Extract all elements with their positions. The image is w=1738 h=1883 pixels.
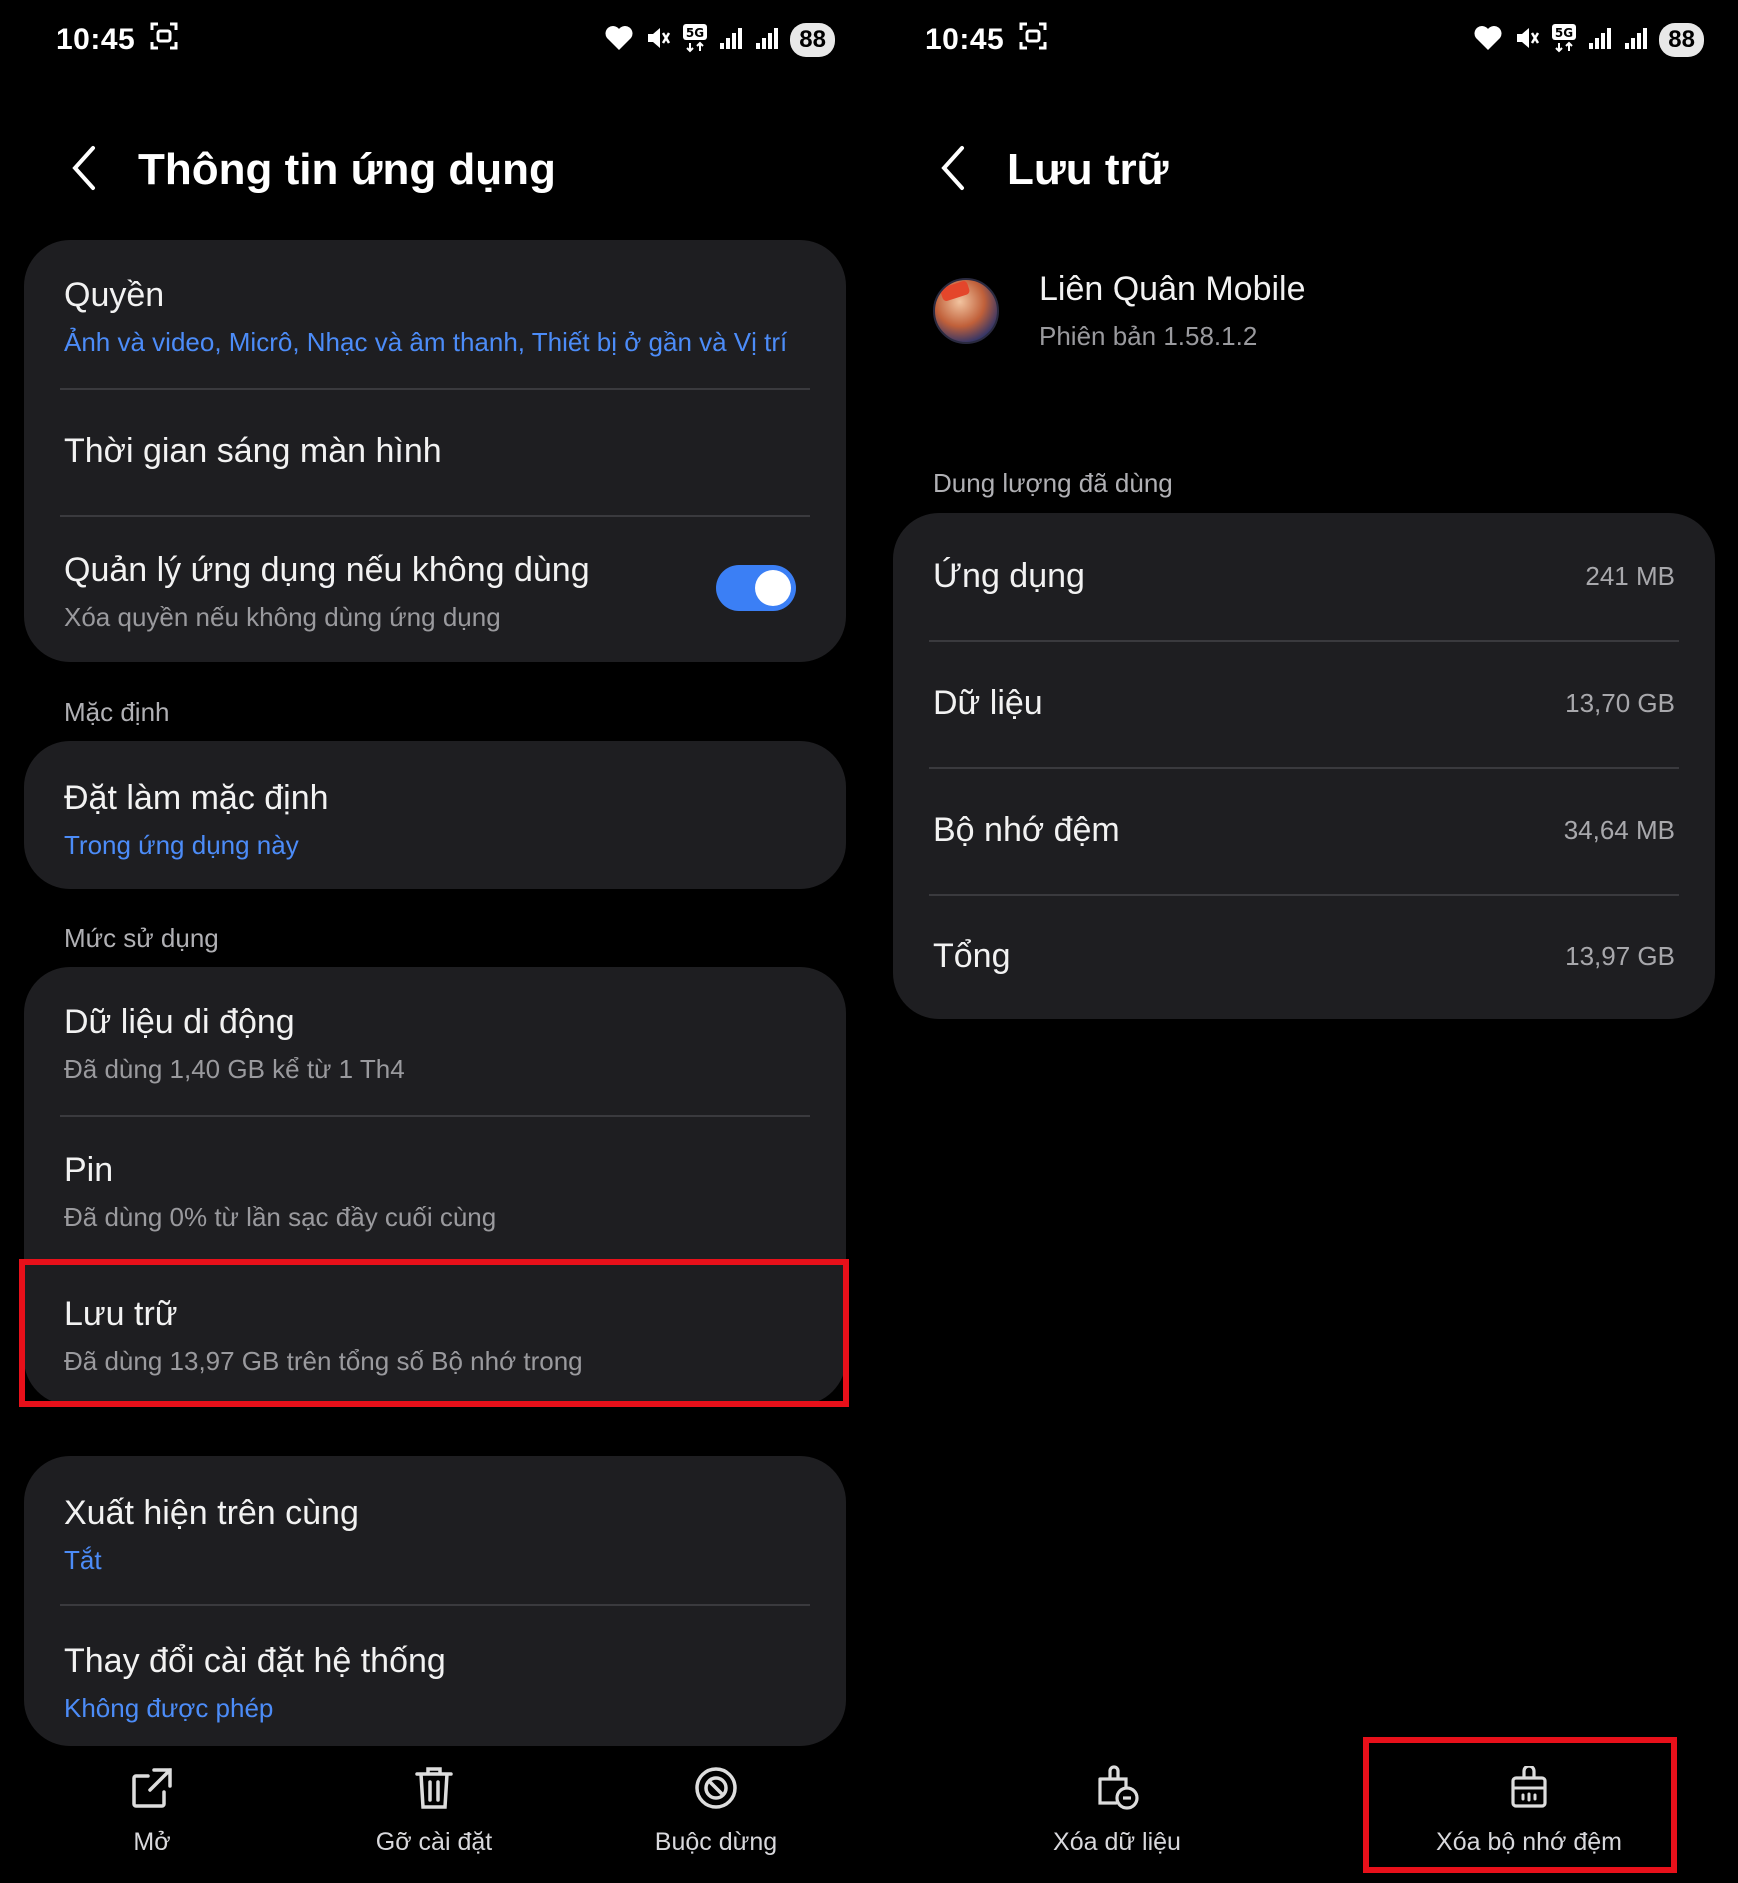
item-subtitle: Tắt bbox=[64, 1545, 102, 1575]
signal-icon bbox=[718, 25, 744, 56]
page-header: Thông tin ứng dụng bbox=[64, 140, 556, 200]
item-subtitle: Trong ứng dụng này bbox=[64, 830, 299, 860]
open-icon bbox=[42, 1760, 262, 1816]
button-label: Mở bbox=[133, 1828, 171, 1856]
mobile-data-item[interactable]: Dữ liệu di động Đã dùng 1,40 GB kể từ 1 … bbox=[24, 967, 846, 1115]
clear-data-icon bbox=[997, 1760, 1237, 1816]
section-label-usage: Mức sử dụng bbox=[64, 923, 219, 953]
app-name: Liên Quân Mobile bbox=[1039, 270, 1306, 308]
item-subtitle: Không được phép bbox=[64, 1693, 274, 1723]
trash-icon bbox=[324, 1760, 544, 1816]
heart-icon bbox=[604, 24, 634, 57]
back-button[interactable] bbox=[64, 140, 104, 200]
open-button[interactable]: Mở bbox=[42, 1760, 262, 1857]
storage-row: Dữ liệu 13,70 GB bbox=[893, 640, 1715, 767]
item-subtitle: Đã dùng 1,40 GB kể từ 1 Th4 bbox=[64, 1054, 405, 1084]
signal-icon bbox=[1623, 25, 1649, 56]
modify-system-item[interactable]: Thay đổi cài đặt hệ thống Không được phé… bbox=[24, 1604, 846, 1746]
item-title: Thời gian sáng màn hình bbox=[64, 432, 442, 470]
battery-indicator: 88 bbox=[790, 23, 835, 57]
page-title: Thông tin ứng dụng bbox=[138, 145, 556, 194]
advanced-card: Xuất hiện trên cùng Tắt Thay đổi cài đặt… bbox=[24, 1456, 846, 1746]
button-label: Xóa dữ liệu bbox=[1053, 1828, 1181, 1856]
storage-row: Tổng 13,97 GB bbox=[893, 894, 1715, 1019]
storage-row: Bộ nhớ đệm 34,64 MB bbox=[893, 767, 1715, 894]
row-value: 241 MB bbox=[1585, 561, 1675, 591]
highlight-box bbox=[19, 1259, 849, 1407]
toggle-knob bbox=[755, 570, 791, 606]
default-card: Đặt làm mặc định Trong ứng dụng này bbox=[24, 741, 846, 889]
item-title: Quản lý ứng dụng nếu không dùng bbox=[64, 551, 590, 589]
row-label: Ứng dụng bbox=[933, 557, 1085, 595]
heart-icon bbox=[1473, 24, 1503, 57]
button-label: Gỡ cài đặt bbox=[375, 1828, 493, 1856]
item-title: Xuất hiện trên cùng bbox=[64, 1494, 359, 1532]
storage-screen: 10:45 5G 88 Lưu trữ Liên Quân Mobile Phi… bbox=[869, 0, 1738, 1883]
manage-unused-toggle[interactable] bbox=[716, 565, 796, 611]
set-default-item[interactable]: Đặt làm mặc định Trong ứng dụng này bbox=[24, 741, 846, 889]
row-label: Tổng bbox=[933, 937, 1011, 975]
row-value: 13,70 GB bbox=[1565, 688, 1675, 718]
5g-icon: 5G bbox=[682, 23, 708, 58]
status-bar: 10:45 5G 88 bbox=[925, 20, 1704, 60]
battery-indicator: 88 bbox=[1659, 23, 1704, 57]
clock: 10:45 bbox=[925, 23, 1005, 56]
stop-icon bbox=[606, 1760, 826, 1816]
svg-text:5G: 5G bbox=[1555, 26, 1573, 40]
clock: 10:45 bbox=[56, 23, 136, 56]
settings-card: Quyền Ảnh và video, Micrô, Nhạc và âm th… bbox=[24, 240, 846, 662]
item-subtitle: Xóa quyền nếu không dùng ứng dụng bbox=[64, 602, 501, 632]
bottom-action-bar: Mở Gỡ cài đặt Buộc dừng bbox=[0, 1760, 869, 1880]
row-value: 34,64 MB bbox=[1563, 815, 1675, 845]
page-header: Lưu trữ bbox=[933, 140, 1168, 200]
manage-unused-item[interactable]: Quản lý ứng dụng nếu không dùng Xóa quyề… bbox=[24, 515, 846, 662]
row-label: Bộ nhớ đệm bbox=[933, 811, 1120, 849]
app-version: Phiên bản 1.58.1.2 bbox=[1039, 321, 1258, 351]
force-stop-button[interactable]: Buộc dừng bbox=[606, 1760, 826, 1857]
app-icon bbox=[933, 278, 999, 344]
row-label: Dữ liệu bbox=[933, 684, 1043, 722]
mute-icon bbox=[644, 24, 672, 57]
5g-icon: 5G bbox=[1551, 23, 1577, 58]
section-label-used: Dung lượng đã dùng bbox=[933, 468, 1173, 498]
row-value: 13,97 GB bbox=[1565, 941, 1675, 971]
storage-row: Ứng dụng 241 MB bbox=[893, 513, 1715, 640]
item-title: Thay đổi cài đặt hệ thống bbox=[64, 1642, 446, 1680]
button-label: Buộc dừng bbox=[654, 1828, 778, 1856]
item-subtitle: Đã dùng 0% từ lần sạc đầy cuối cùng bbox=[64, 1202, 497, 1232]
item-title: Đặt làm mặc định bbox=[64, 779, 329, 817]
battery-item[interactable]: Pin Đã dùng 0% từ lần sạc đầy cuối cùng bbox=[24, 1115, 846, 1263]
screenshot-icon bbox=[1018, 21, 1048, 59]
app-header: Liên Quân Mobile Phiên bản 1.58.1.2 bbox=[933, 270, 1306, 352]
item-subtitle: Ảnh và video, Micrô, Nhạc và âm thanh, T… bbox=[64, 327, 788, 357]
svg-text:5G: 5G bbox=[686, 26, 704, 40]
highlight-box bbox=[1363, 1737, 1677, 1873]
back-icon bbox=[71, 145, 97, 196]
appear-on-top-item[interactable]: Xuất hiện trên cùng Tắt bbox=[24, 1456, 846, 1604]
permissions-item[interactable]: Quyền Ảnh và video, Micrô, Nhạc và âm th… bbox=[24, 240, 846, 388]
item-title: Pin bbox=[64, 1151, 114, 1189]
screen-time-item[interactable]: Thời gian sáng màn hình bbox=[24, 388, 846, 515]
item-title: Dữ liệu di động bbox=[64, 1003, 295, 1041]
storage-card: Ứng dụng 241 MB Dữ liệu 13,70 GB Bộ nhớ … bbox=[893, 513, 1715, 1019]
screenshot-icon bbox=[149, 21, 179, 59]
mute-icon bbox=[1513, 24, 1541, 57]
back-icon bbox=[940, 145, 966, 196]
signal-icon bbox=[754, 25, 780, 56]
item-title: Quyền bbox=[64, 276, 165, 314]
back-button[interactable] bbox=[933, 140, 973, 200]
page-title: Lưu trữ bbox=[1007, 145, 1169, 194]
section-label-default: Mặc định bbox=[64, 697, 170, 727]
uninstall-button[interactable]: Gỡ cài đặt bbox=[324, 1760, 544, 1857]
clear-data-button[interactable]: Xóa dữ liệu bbox=[997, 1760, 1237, 1857]
app-info-screen: 10:45 5G 88 Thông tin ứng dụng Quyền Ảnh… bbox=[0, 0, 869, 1883]
status-bar: 10:45 5G 88 bbox=[56, 20, 835, 60]
signal-icon bbox=[1587, 25, 1613, 56]
